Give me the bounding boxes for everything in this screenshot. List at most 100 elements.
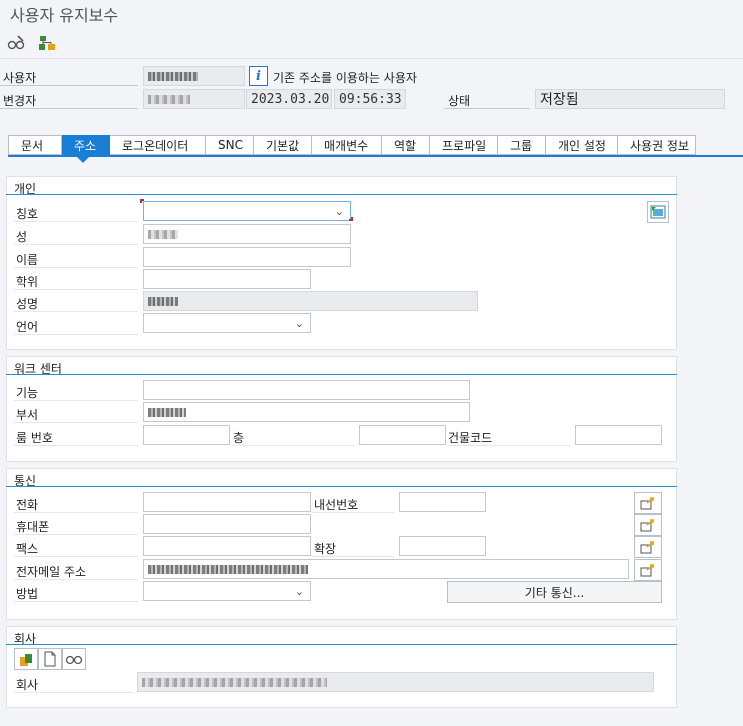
floor-input[interactable] (359, 425, 446, 445)
row-divider (14, 244, 138, 245)
fax-more-button[interactable] (634, 536, 662, 558)
blank-document-icon (44, 651, 56, 667)
language-label: 언어 (16, 320, 39, 334)
assign-company-button[interactable] (14, 648, 38, 670)
row-divider (14, 422, 138, 423)
first-name-label: 이름 (16, 253, 39, 267)
tab-strip: 문서 주소 로그온데이터 SNC 기본값 매개변수 역할 프로파일 그룹 개인 … (8, 135, 696, 155)
tab-personalization[interactable]: 개인 설정 (546, 135, 618, 155)
row-divider (14, 334, 138, 335)
glasses-pencil-icon (7, 35, 25, 50)
degree-label: 학위 (16, 275, 39, 289)
info-button[interactable]: i (249, 66, 268, 86)
building-input[interactable] (575, 425, 662, 445)
new-company-button[interactable] (38, 648, 62, 670)
tab-logon-data[interactable]: 로그온데이터 (110, 135, 206, 155)
blurred-company (142, 677, 327, 687)
full-name-field (143, 291, 478, 311)
tab-documents[interactable]: 문서 (8, 135, 62, 155)
toolbar-divider (0, 58, 743, 59)
email-input[interactable] (143, 559, 629, 579)
department-input[interactable] (143, 402, 470, 422)
salutation-select[interactable]: ⌄ (143, 201, 351, 221)
group-workcenter-line (6, 374, 677, 375)
window-title: 사용자 유지보수 (10, 6, 119, 25)
changed-date-field: 2023.03.20 (246, 89, 332, 109)
chevron-down-icon: ⌄ (334, 205, 344, 218)
glasses-icon (65, 655, 83, 665)
row-divider (14, 534, 138, 535)
group-company-line (6, 644, 677, 645)
last-name-label: 성 (16, 230, 28, 244)
group-communication-line (6, 486, 677, 487)
chevron-down-icon: ⌄ (294, 317, 304, 330)
blurred-department (148, 407, 186, 417)
row-divider (14, 267, 138, 268)
company-field (137, 672, 654, 692)
tab-address[interactable]: 주소 (62, 135, 110, 155)
email-more-button[interactable] (634, 559, 662, 581)
mobile-more-button[interactable] (634, 514, 662, 536)
display-change-toggle-button[interactable] (6, 32, 28, 54)
email-label: 전자메일 주소 (16, 565, 87, 579)
phone-input[interactable] (143, 492, 311, 512)
extension-label: 내선번호 (314, 498, 359, 512)
method-select[interactable]: ⌄ (143, 581, 311, 601)
fax-extension-label: 확장 (314, 542, 337, 556)
copy-company-icon (20, 654, 32, 666)
full-name-label: 성명 (16, 297, 39, 311)
floor-label: 층 (233, 431, 245, 445)
tab-underline (8, 155, 743, 157)
building-label: 건물코드 (448, 431, 493, 445)
address-print-preview-button[interactable] (647, 201, 669, 223)
other-communication-button[interactable]: 기타 통신... (447, 581, 662, 603)
first-name-input[interactable] (143, 247, 351, 267)
tab-snc[interactable]: SNC (206, 135, 254, 155)
language-select[interactable]: ⌄ (143, 313, 311, 333)
row-divider (312, 512, 394, 513)
row-divider (312, 556, 394, 557)
tab-defaults[interactable]: 기본값 (254, 135, 312, 155)
row-divider (14, 400, 138, 401)
row-divider (14, 445, 138, 446)
tab-groups[interactable]: 그룹 (498, 135, 546, 155)
chevron-down-icon: ⌄ (294, 585, 304, 598)
changed-time-field: 09:56:33 (334, 89, 406, 109)
tab-license-data[interactable]: 사용권 정보 (618, 135, 696, 155)
group-personal-line (6, 194, 677, 195)
tab-profiles[interactable]: 프로파일 (430, 135, 498, 155)
user-field (143, 66, 245, 86)
blurred-user-name (148, 71, 198, 81)
function-input[interactable] (143, 380, 470, 400)
fax-input[interactable] (143, 536, 311, 556)
fax-extension-input[interactable] (399, 536, 486, 556)
group-company (6, 626, 677, 708)
tab-roles[interactable]: 역할 (382, 135, 430, 155)
expand-out-icon (640, 519, 654, 532)
degree-input[interactable] (143, 269, 311, 289)
row-divider (14, 579, 138, 580)
room-input[interactable] (143, 425, 230, 445)
phone-more-button[interactable] (634, 492, 662, 514)
blurred-email (148, 564, 308, 574)
expand-out-icon (640, 497, 654, 510)
existing-address-info-text: 기존 주소를 이용하는 사용자 (273, 71, 417, 85)
blurred-changed-by (148, 94, 190, 104)
row-divider (14, 556, 138, 557)
screen-preview-icon (650, 205, 666, 219)
last-name-input[interactable] (143, 224, 351, 244)
room-label: 룸 번호 (16, 431, 53, 445)
salutation-label: 칭호 (16, 207, 39, 221)
mobile-input[interactable] (143, 514, 311, 534)
row-divider (14, 601, 138, 602)
fax-label: 팩스 (16, 542, 39, 556)
display-company-button[interactable] (62, 648, 86, 670)
row-divider (14, 311, 138, 312)
company-label: 회사 (16, 678, 39, 692)
tab-parameters[interactable]: 매개변수 (312, 135, 382, 155)
org-change-button[interactable] (36, 32, 58, 54)
method-label: 방법 (16, 587, 39, 601)
mobile-label: 휴대폰 (16, 520, 50, 534)
expand-out-icon (640, 541, 654, 554)
extension-input[interactable] (399, 492, 486, 512)
